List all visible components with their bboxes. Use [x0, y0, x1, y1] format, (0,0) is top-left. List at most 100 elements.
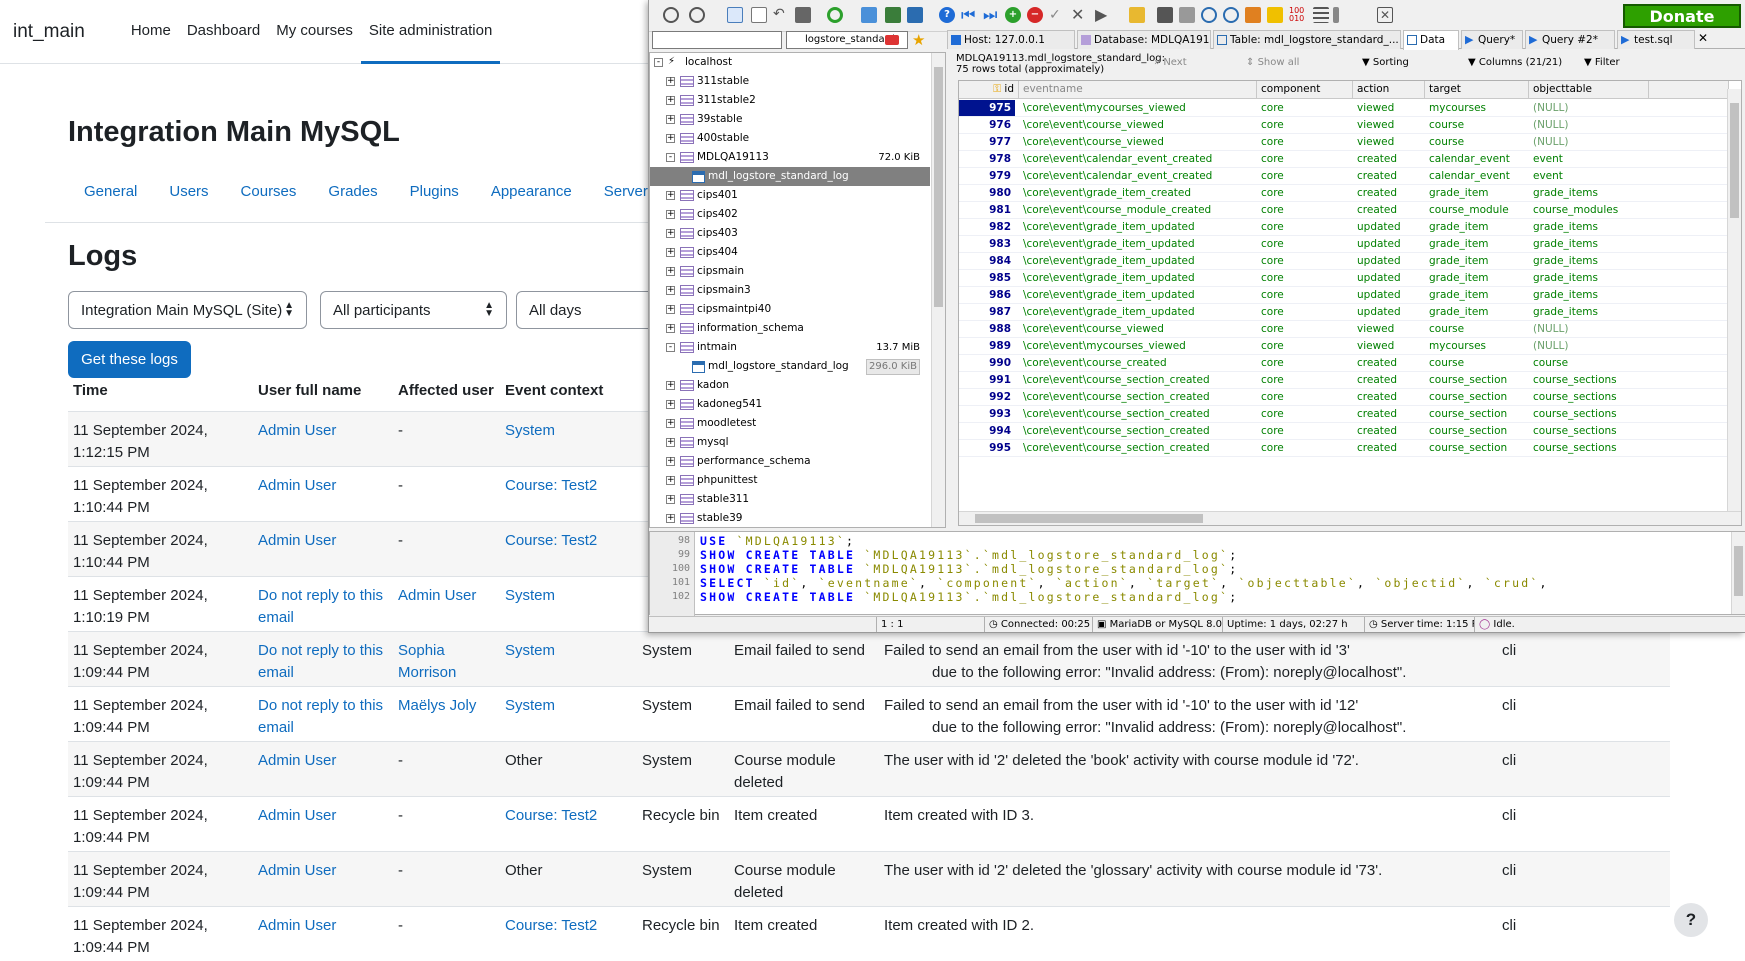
grid-cell[interactable]: grade_items [1533, 270, 1647, 286]
grid-cell[interactable]: \core\event\grade_item_updated [1023, 236, 1255, 252]
grid-cell[interactable]: 989 [959, 338, 1015, 354]
grid-cell[interactable]: viewed [1357, 134, 1423, 150]
tree-node-database[interactable]: + cipsmain3 [650, 281, 930, 300]
expand-icon[interactable]: + [666, 115, 675, 124]
cell-event-context[interactable]: System [505, 585, 635, 607]
save-icon[interactable] [1157, 7, 1173, 23]
grid-row[interactable]: 991 \core\event\course_section_created cor… [959, 372, 1729, 389]
grid-cell[interactable]: grade_item [1429, 270, 1527, 286]
grid-cell[interactable]: core [1261, 440, 1351, 456]
grid-cell[interactable]: grade_item [1429, 219, 1527, 235]
grid-cell[interactable]: 976 [959, 117, 1015, 133]
grid-cell[interactable]: 980 [959, 185, 1015, 201]
scrollbar-thumb[interactable] [1730, 103, 1739, 218]
grid-cell[interactable]: 977 [959, 134, 1015, 150]
tab-data[interactable]: Data [1403, 30, 1459, 50]
tab-query[interactable]: ▶ Query* [1461, 30, 1523, 49]
grid-cell[interactable]: core [1261, 134, 1351, 150]
cell-event-context[interactable]: System [505, 695, 635, 717]
tree-node-database[interactable]: - intmain 13.7 MiB [650, 338, 930, 357]
grid-cell[interactable]: core [1261, 270, 1351, 286]
grid-cell[interactable]: course_section [1429, 389, 1527, 405]
grid-cell[interactable]: course [1429, 355, 1527, 371]
grid-cell[interactable]: updated [1357, 236, 1423, 252]
column-user-full-name[interactable]: User full name [258, 382, 361, 399]
grid-cell[interactable]: \core\event\course_created [1023, 355, 1255, 371]
tree-node-database[interactable]: - MDLQA19113 72.0 KiB [650, 148, 930, 167]
first-record-icon[interactable]: ⏮ [961, 7, 977, 23]
grid-cell[interactable]: core [1261, 321, 1351, 337]
grid-cell[interactable]: \core\event\grade_item_updated [1023, 270, 1255, 286]
grid-cell[interactable]: \core\event\course_section_created [1023, 423, 1255, 439]
expand-icon[interactable]: + [666, 134, 675, 143]
grid-cell[interactable]: course [1429, 134, 1527, 150]
post-icon[interactable]: ✓ [1049, 7, 1065, 23]
more-icon[interactable] [1333, 7, 1339, 23]
expand-icon[interactable]: + [666, 324, 675, 333]
cell-event-context[interactable]: System [505, 640, 635, 662]
tab-appearance[interactable]: Appearance [475, 180, 588, 204]
grid-cell[interactable]: core [1261, 253, 1351, 269]
grid-row[interactable]: 980 \core\event\grade_item_created core cre… [959, 185, 1729, 202]
refresh-icon[interactable] [827, 7, 843, 23]
grid-row[interactable]: 987 \core\event\grade_item_updated core upd… [959, 304, 1729, 321]
tree-node-database[interactable]: + cipsmaintpi40 [650, 300, 930, 319]
grid-row[interactable]: 989 \core\event\mycourses_viewed core viewe… [959, 338, 1729, 355]
grid-row[interactable]: 977 \core\event\course_viewed core viewed co… [959, 134, 1729, 151]
open-folder-icon[interactable] [1129, 7, 1145, 23]
cell-event-context[interactable]: Course: Test2 [505, 915, 635, 937]
grid-cell[interactable]: mycourses [1429, 338, 1527, 354]
grid-row[interactable]: 979 \core\event\calendar_event_created cor… [959, 168, 1729, 185]
expand-icon[interactable]: + [666, 476, 675, 485]
cell-event-context[interactable]: Course: Test2 [505, 475, 635, 497]
grid-column-header[interactable]: action [1353, 81, 1425, 99]
donate-button[interactable]: Donate [1623, 4, 1741, 28]
grid-cell[interactable]: 992 [959, 389, 1015, 405]
grid-cell[interactable]: 975 [959, 100, 1015, 116]
column-affected-user[interactable]: Affected user [398, 382, 494, 399]
wrap-icon[interactable] [1313, 7, 1329, 23]
expand-icon[interactable]: + [666, 457, 675, 466]
database-filter-input[interactable] [652, 31, 782, 49]
grid-cell[interactable]: core [1261, 389, 1351, 405]
grid-row[interactable]: 976 \core\event\course_viewed core viewed co… [959, 117, 1729, 134]
tree-node-database[interactable]: + cipsmain [650, 262, 930, 281]
grid-cell[interactable]: core [1261, 117, 1351, 133]
tree-node-database[interactable]: + stable311 [650, 490, 930, 509]
tree-scrollbar[interactable] [931, 53, 945, 527]
favorites-star-icon[interactable]: ★ [912, 32, 925, 48]
grid-cell[interactable]: course_section [1429, 372, 1527, 388]
collapse-icon[interactable]: - [666, 343, 675, 352]
expand-icon[interactable]: + [666, 381, 675, 390]
tab-grades[interactable]: Grades [312, 180, 393, 204]
cell-user-full-name[interactable]: Admin User [258, 420, 388, 442]
expand-icon[interactable]: + [666, 286, 675, 295]
grid-cell[interactable]: \core\event\course_section_created [1023, 389, 1255, 405]
column-event-context[interactable]: Event context [505, 382, 603, 399]
grid-cell[interactable]: core [1261, 287, 1351, 303]
grid-cell[interactable]: viewed [1357, 117, 1423, 133]
save-as-icon[interactable] [1179, 7, 1195, 23]
grid-cell[interactable]: \core\event\grade_item_created [1023, 185, 1255, 201]
grid-row[interactable]: 988 \core\event\course_viewed core viewed co… [959, 321, 1729, 338]
grid-cell[interactable]: \core\event\course_section_created [1023, 440, 1255, 456]
column-time[interactable]: Time [73, 382, 108, 399]
collapse-icon[interactable]: - [666, 153, 675, 162]
grid-cell[interactable]: \core\event\grade_item_updated [1023, 219, 1255, 235]
close-tab-icon[interactable]: ✕ [1698, 31, 1708, 45]
grid-cell[interactable]: \core\event\calendar_event_created [1023, 151, 1255, 167]
cell-affected-user[interactable]: Sophia Morrison [398, 640, 498, 684]
tree-node-database[interactable]: + mysql [650, 433, 930, 452]
grid-cell[interactable]: 979 [959, 168, 1015, 184]
grid-cell[interactable]: 995 [959, 440, 1015, 456]
grid-cell[interactable]: (NULL) [1533, 338, 1647, 354]
tree-node-database[interactable]: +39stable [650, 110, 930, 129]
grid-column-header[interactable]: ⚿ id [959, 81, 1019, 99]
grid-cell[interactable]: \core\event\course_section_created [1023, 406, 1255, 422]
tree-node-database[interactable]: + moodletest [650, 414, 930, 433]
grid-cell[interactable]: core [1261, 355, 1351, 371]
tree-node-database[interactable]: +311stable2 [650, 91, 930, 110]
grid-cell[interactable]: core [1261, 185, 1351, 201]
cell-user-full-name[interactable]: Admin User [258, 475, 388, 497]
grid-cell[interactable]: created [1357, 406, 1423, 422]
